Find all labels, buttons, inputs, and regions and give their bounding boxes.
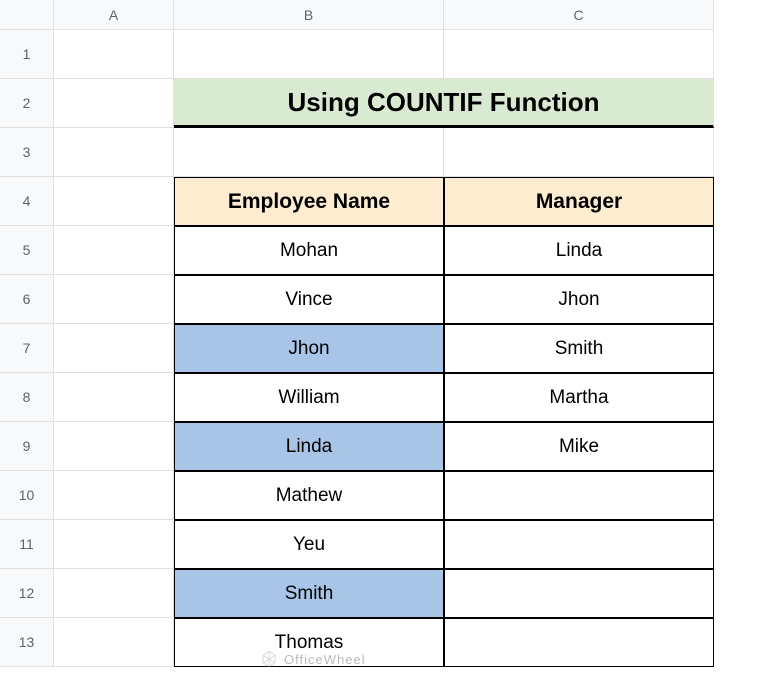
cell-c3[interactable] (444, 128, 714, 177)
cell-a13[interactable] (54, 618, 174, 667)
cell-a4[interactable] (54, 177, 174, 226)
cell-a3[interactable] (54, 128, 174, 177)
grid-corner (0, 0, 54, 30)
cell-b5[interactable]: Mohan (174, 226, 444, 275)
row-header-1[interactable]: 1 (0, 30, 54, 79)
col-header-c[interactable]: C (444, 0, 714, 30)
spreadsheet-grid: A B C 1 2 Using COUNTIF Function 3 4 Emp… (0, 0, 768, 667)
cell-b1[interactable] (174, 30, 444, 79)
cell-a6[interactable] (54, 275, 174, 324)
cell-a9[interactable] (54, 422, 174, 471)
cell-c8[interactable]: Martha (444, 373, 714, 422)
cell-b10[interactable]: Mathew (174, 471, 444, 520)
row-header-11[interactable]: 11 (0, 520, 54, 569)
cell-c13[interactable] (444, 618, 714, 667)
row-header-10[interactable]: 10 (0, 471, 54, 520)
cell-a8[interactable] (54, 373, 174, 422)
cell-a10[interactable] (54, 471, 174, 520)
row-header-8[interactable]: 8 (0, 373, 54, 422)
cell-b12[interactable]: Smith (174, 569, 444, 618)
cell-c12[interactable] (444, 569, 714, 618)
row-header-6[interactable]: 6 (0, 275, 54, 324)
cell-a5[interactable] (54, 226, 174, 275)
cell-a11[interactable] (54, 520, 174, 569)
row-header-3[interactable]: 3 (0, 128, 54, 177)
cell-b8[interactable]: William (174, 373, 444, 422)
cell-c6[interactable]: Jhon (444, 275, 714, 324)
cell-a2[interactable] (54, 79, 174, 128)
cell-b3[interactable] (174, 128, 444, 177)
cell-b7[interactable]: Jhon (174, 324, 444, 373)
watermark-icon (260, 650, 278, 668)
cell-b11[interactable]: Yeu (174, 520, 444, 569)
cell-c9[interactable]: Mike (444, 422, 714, 471)
cell-b6[interactable]: Vince (174, 275, 444, 324)
row-header-2[interactable]: 2 (0, 79, 54, 128)
watermark-text: OfficeWheel (284, 652, 366, 667)
table-header-employee[interactable]: Employee Name (174, 177, 444, 226)
row-header-4[interactable]: 4 (0, 177, 54, 226)
cell-a12[interactable] (54, 569, 174, 618)
title-cell[interactable]: Using COUNTIF Function (174, 79, 714, 128)
cell-c1[interactable] (444, 30, 714, 79)
col-header-a[interactable]: A (54, 0, 174, 30)
row-header-12[interactable]: 12 (0, 569, 54, 618)
row-header-13[interactable]: 13 (0, 618, 54, 667)
cell-b9[interactable]: Linda (174, 422, 444, 471)
cell-a1[interactable] (54, 30, 174, 79)
row-header-7[interactable]: 7 (0, 324, 54, 373)
cell-c7[interactable]: Smith (444, 324, 714, 373)
row-header-9[interactable]: 9 (0, 422, 54, 471)
cell-c11[interactable] (444, 520, 714, 569)
table-header-manager[interactable]: Manager (444, 177, 714, 226)
cell-c10[interactable] (444, 471, 714, 520)
row-header-5[interactable]: 5 (0, 226, 54, 275)
watermark: OfficeWheel (260, 650, 366, 668)
cell-a7[interactable] (54, 324, 174, 373)
cell-c5[interactable]: Linda (444, 226, 714, 275)
col-header-b[interactable]: B (174, 0, 444, 30)
